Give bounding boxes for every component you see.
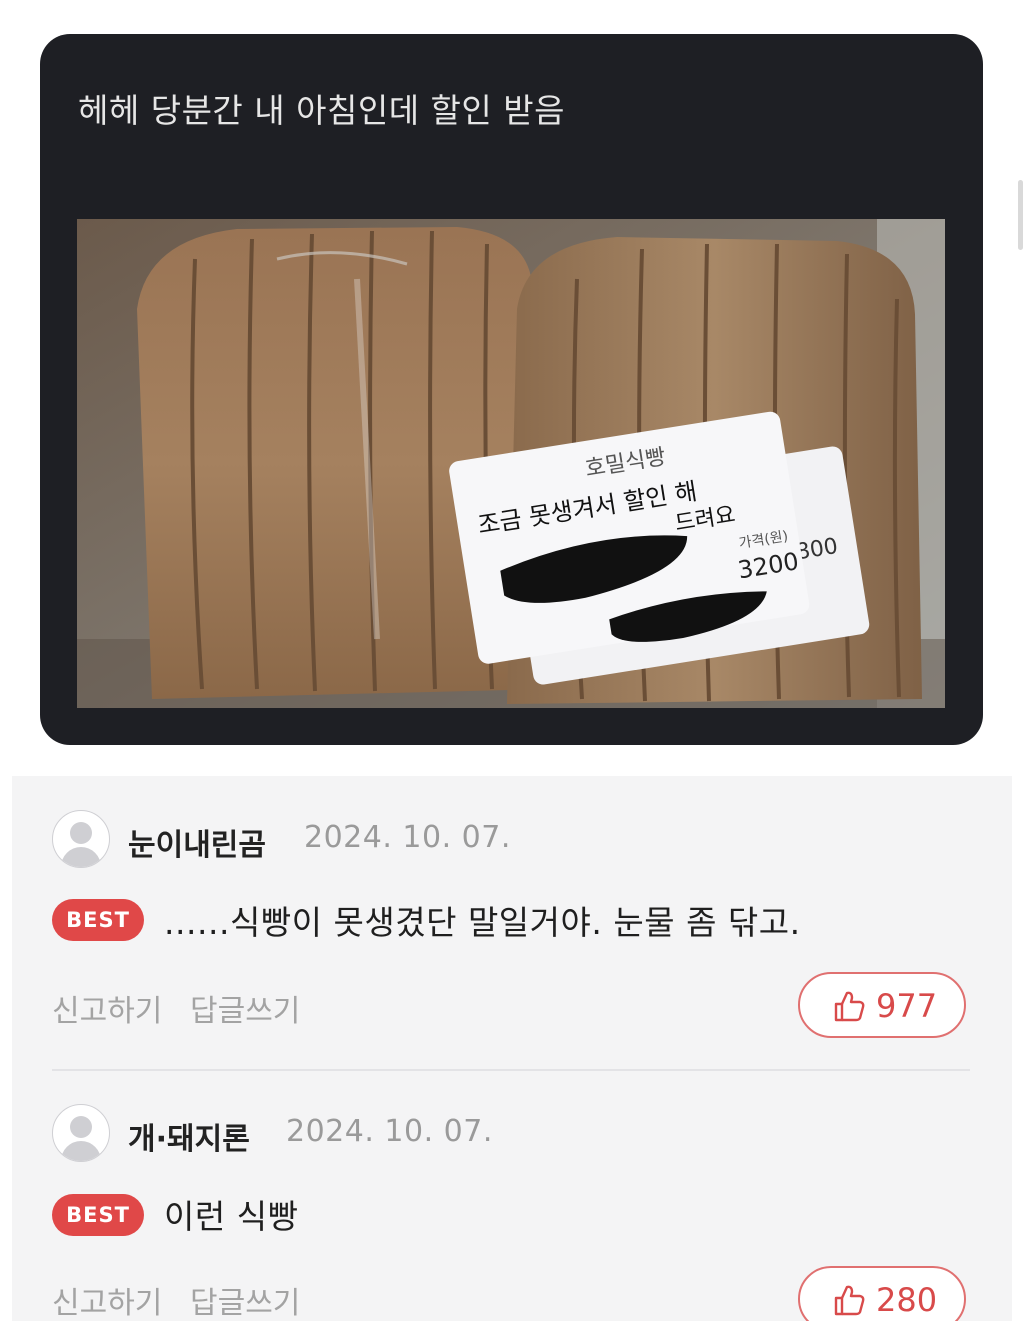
comment-divider [52, 1069, 970, 1071]
comment-text: ......식빵이 못생겼단 말일거야. 눈물 좀 닦고. [164, 903, 801, 942]
post-card: 헤헤 당분간 내 아침인데 할인 받음 3800 호밀식빵 조금 못생겨서 할인… [40, 34, 983, 745]
best-badge: BEST [52, 899, 144, 941]
thumbs-up-icon [834, 991, 865, 1022]
comment-item: 눈이내린곰 2024. 10. 07. BEST ......식빵이 못생겼단 … [12, 776, 1012, 1071]
like-button[interactable]: 280 [798, 1266, 966, 1321]
comment-author[interactable]: 눈이내린곰 [128, 820, 266, 864]
comment-text: 이런 식빵 [164, 1197, 299, 1236]
page: 헤헤 당분간 내 아침인데 할인 받음 3800 호밀식빵 조금 못생겨서 할인… [0, 0, 1029, 1321]
best-badge: BEST [52, 1194, 144, 1236]
avatar-body-icon [61, 1141, 101, 1161]
comment-date: 2024. 10. 07. [286, 1114, 493, 1149]
report-button[interactable]: 신고하기 [52, 1278, 162, 1321]
thumbs-up-icon [834, 1285, 865, 1316]
post-photo[interactable]: 3800 호밀식빵 조금 못생겨서 할인 해 드려요 가격(원) 3200 [77, 219, 945, 708]
comment-date: 2024. 10. 07. [304, 820, 511, 855]
report-button[interactable]: 신고하기 [52, 986, 162, 1030]
comment-item: 개·돼지론 2024. 10. 07. BEST 이런 식빵 신고하기 답글쓰기… [12, 1072, 1012, 1321]
avatar[interactable] [52, 810, 110, 868]
avatar-body-icon [61, 847, 101, 867]
like-button[interactable]: 977 [798, 972, 966, 1038]
like-count: 280 [876, 1281, 938, 1319]
comment-author[interactable]: 개·돼지론 [128, 1114, 250, 1158]
reply-button[interactable]: 답글쓰기 [190, 1278, 300, 1321]
avatar-head-icon [70, 822, 92, 844]
avatar-head-icon [70, 1116, 92, 1138]
avatar[interactable] [52, 1104, 110, 1162]
bread-photo-illustration: 3800 호밀식빵 조금 못생겨서 할인 해 드려요 가격(원) 3200 [77, 219, 945, 708]
scrollbar[interactable] [1018, 180, 1023, 250]
like-count: 977 [876, 987, 938, 1025]
post-text: 헤헤 당분간 내 아침인데 할인 받음 [78, 91, 565, 130]
comments-section: 눈이내린곰 2024. 10. 07. BEST ......식빵이 못생겼단 … [12, 776, 1012, 1321]
reply-button[interactable]: 답글쓰기 [190, 986, 300, 1030]
